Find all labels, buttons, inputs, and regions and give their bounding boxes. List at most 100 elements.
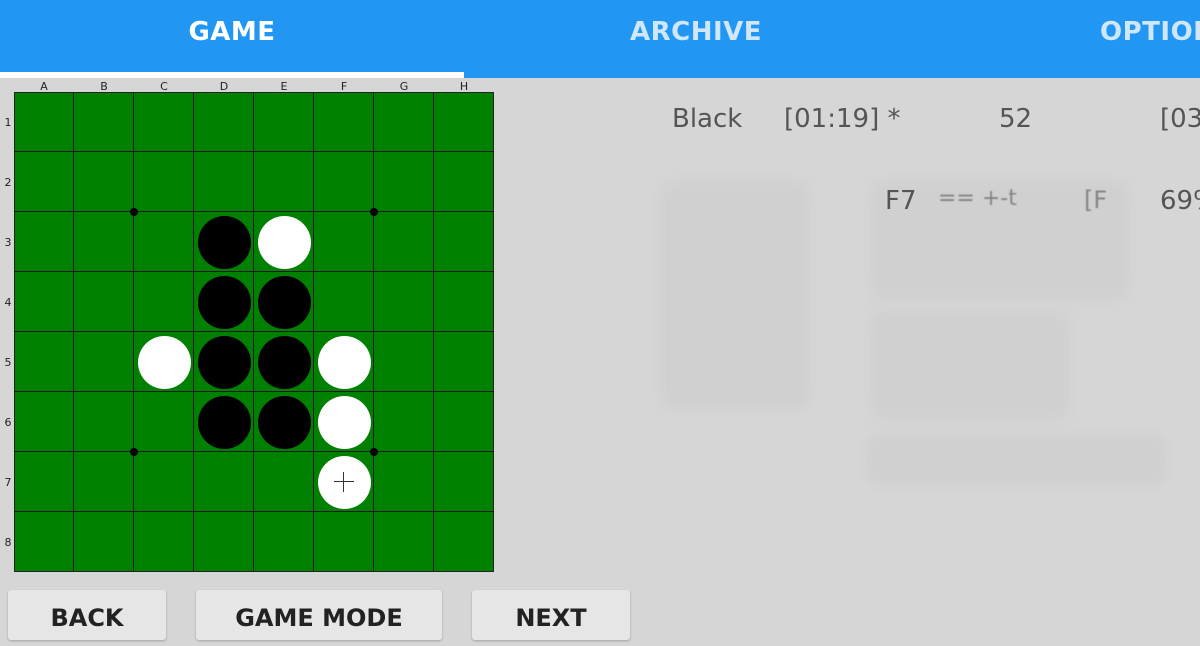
board-square-f8[interactable] <box>314 512 374 572</box>
star-point <box>130 448 138 456</box>
board-square-b6[interactable] <box>74 392 134 452</box>
black-disc <box>258 396 311 449</box>
board-square-b4[interactable] <box>74 272 134 332</box>
star-point <box>370 208 378 216</box>
board-square-e6[interactable] <box>254 392 314 452</box>
board-square-d2[interactable] <box>194 152 254 212</box>
board-square-f7[interactable] <box>314 452 374 512</box>
board-square-a1[interactable] <box>14 92 74 152</box>
board-square-b8[interactable] <box>74 512 134 572</box>
board-square-e1[interactable] <box>254 92 314 152</box>
board-square-e4[interactable] <box>254 272 314 332</box>
board-square-c4[interactable] <box>134 272 194 332</box>
row-label: 2 <box>4 176 12 189</box>
board-square-e2[interactable] <box>254 152 314 212</box>
row-label: 6 <box>4 416 12 429</box>
board-square-b3[interactable] <box>74 212 134 272</box>
board-square-h4[interactable] <box>434 272 494 332</box>
board-square-g8[interactable] <box>374 512 434 572</box>
board-square-b2[interactable] <box>74 152 134 212</box>
board-square-f3[interactable] <box>314 212 374 272</box>
tab-option[interactable]: OPTION <box>1100 0 1200 78</box>
board-square-g4[interactable] <box>374 272 434 332</box>
player-time: [01:19] * <box>784 104 901 134</box>
disc-count: 52 <box>999 104 1033 134</box>
board-square-h5[interactable] <box>434 332 494 392</box>
board-square-h6[interactable] <box>434 392 494 452</box>
board-square-a6[interactable] <box>14 392 74 452</box>
board-square-c5[interactable] <box>134 332 194 392</box>
row-label: 1 <box>4 116 12 129</box>
board-square-d8[interactable] <box>194 512 254 572</box>
board-square-h3[interactable] <box>434 212 494 272</box>
white-disc <box>138 336 191 389</box>
board-square-c2[interactable] <box>134 152 194 212</box>
row-label: 4 <box>4 296 12 309</box>
board-square-f1[interactable] <box>314 92 374 152</box>
analysis-bracket: [F <box>1084 186 1108 214</box>
board-square-g3[interactable] <box>374 212 434 272</box>
board-square-c1[interactable] <box>134 92 194 152</box>
board-square-c3[interactable] <box>134 212 194 272</box>
analysis-percent: 69% <box>1160 186 1200 216</box>
back-button[interactable]: BACK <box>8 590 166 640</box>
board-square-a7[interactable] <box>14 452 74 512</box>
board-square-d7[interactable] <box>194 452 254 512</box>
tab-bar: GAME ARCHIVE OPTION <box>0 0 1200 78</box>
board-square-f2[interactable] <box>314 152 374 212</box>
player-label: Black <box>672 104 743 134</box>
black-disc <box>258 276 311 329</box>
othello-board[interactable] <box>14 92 494 572</box>
faded-overlay <box>866 434 1166 486</box>
board-square-h1[interactable] <box>434 92 494 152</box>
board-square-g1[interactable] <box>374 92 434 152</box>
board-square-b7[interactable] <box>74 452 134 512</box>
board-square-g2[interactable] <box>374 152 434 212</box>
board-square-e3[interactable] <box>254 212 314 272</box>
white-disc <box>258 216 311 269</box>
black-disc <box>258 336 311 389</box>
board-square-d5[interactable] <box>194 332 254 392</box>
board-square-a8[interactable] <box>14 512 74 572</box>
board-square-g7[interactable] <box>374 452 434 512</box>
board-square-f4[interactable] <box>314 272 374 332</box>
board-square-a3[interactable] <box>14 212 74 272</box>
board-square-a5[interactable] <box>14 332 74 392</box>
board-square-h2[interactable] <box>434 152 494 212</box>
faded-overlay <box>870 310 1070 420</box>
white-disc <box>318 396 371 449</box>
row-label: 7 <box>4 476 12 489</box>
faded-overlay <box>660 180 810 410</box>
board-square-f5[interactable] <box>314 332 374 392</box>
next-button[interactable]: NEXT <box>472 590 630 640</box>
board-square-c6[interactable] <box>134 392 194 452</box>
board-square-c8[interactable] <box>134 512 194 572</box>
analysis-move: F7 <box>885 186 917 216</box>
board-square-e5[interactable] <box>254 332 314 392</box>
board-square-g5[interactable] <box>374 332 434 392</box>
board-square-d4[interactable] <box>194 272 254 332</box>
board-square-d3[interactable] <box>194 212 254 272</box>
board-square-a2[interactable] <box>14 152 74 212</box>
board-square-a4[interactable] <box>14 272 74 332</box>
white-disc <box>318 336 371 389</box>
board-square-b5[interactable] <box>74 332 134 392</box>
board-square-f6[interactable] <box>314 392 374 452</box>
opponent-time: [03 <box>1160 104 1200 134</box>
board-square-h8[interactable] <box>434 512 494 572</box>
board-square-e7[interactable] <box>254 452 314 512</box>
white-disc <box>318 456 371 509</box>
game-mode-button[interactable]: GAME MODE <box>196 590 442 640</box>
board-area: ABCDEFGH 12345678 <box>0 78 500 578</box>
row-label: 5 <box>4 356 12 369</box>
board-square-d6[interactable] <box>194 392 254 452</box>
tab-archive[interactable]: ARCHIVE <box>464 0 928 78</box>
board-square-g6[interactable] <box>374 392 434 452</box>
board-square-e8[interactable] <box>254 512 314 572</box>
tab-game[interactable]: GAME <box>0 0 464 78</box>
star-point <box>370 448 378 456</box>
board-square-d1[interactable] <box>194 92 254 152</box>
board-square-b1[interactable] <box>74 92 134 152</box>
board-square-h7[interactable] <box>434 452 494 512</box>
board-square-c7[interactable] <box>134 452 194 512</box>
